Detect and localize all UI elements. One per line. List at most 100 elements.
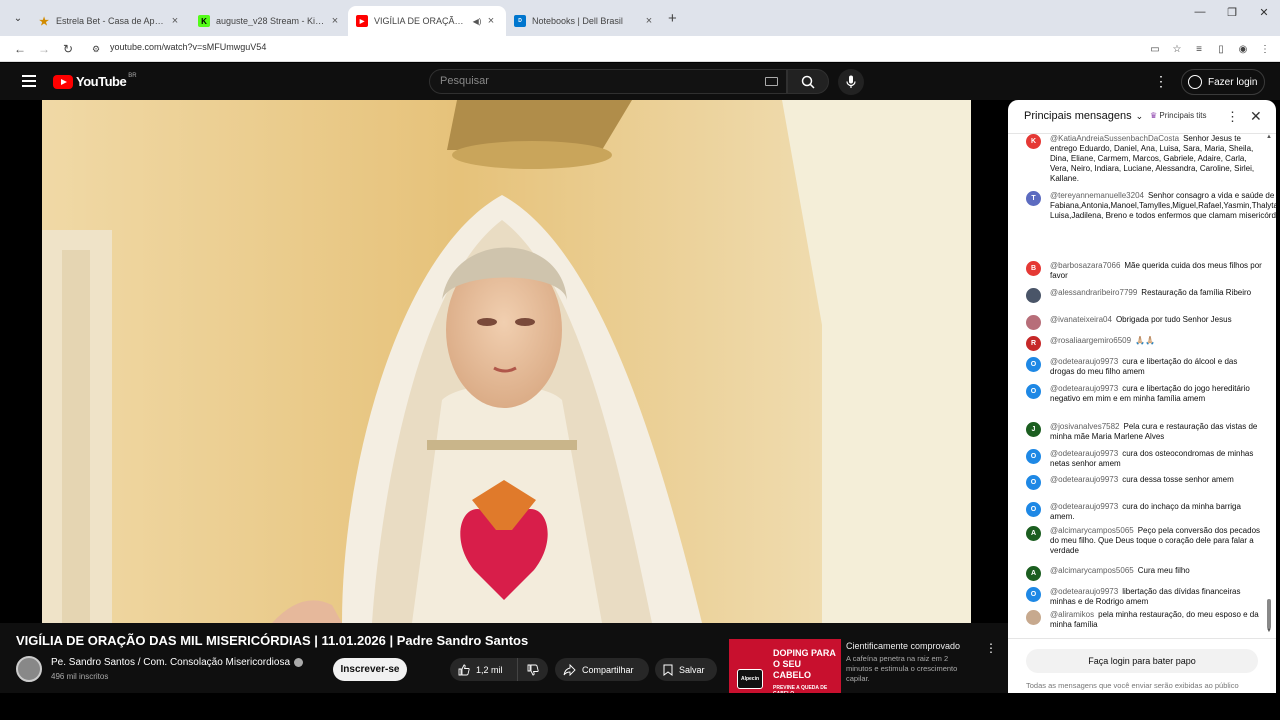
cast-icon[interactable]: ▭ [1146,40,1164,58]
chat-avatar[interactable] [1026,315,1041,330]
chat-author[interactable]: @alcimarycampos5065 [1050,566,1134,575]
browser-tab[interactable]: D Notebooks | Dell Brasil × [506,6,664,36]
reload-icon[interactable]: ↻ [59,40,77,58]
chat-avatar[interactable] [1026,288,1041,303]
chat-more-icon[interactable]: ⋮ [1226,109,1239,125]
chat-message[interactable]: A @alcimarycampos5065 Peço pela conversão … [1026,526,1264,556]
close-tab-icon[interactable]: × [328,15,342,27]
chat-message[interactable]: O @odetearaujo9973 libertação das dívidas … [1026,587,1264,607]
close-tab-icon[interactable]: × [168,15,182,27]
tab-search-chevron-icon[interactable]: ⌄ [8,9,28,27]
chat-author[interactable]: @ivanateixeira04 [1050,315,1112,324]
chat-tag[interactable]: ♛ Principais tits [1150,111,1207,120]
site-info-icon[interactable]: ⚙ [87,40,105,58]
chat-author[interactable]: @odetearaujo9973 [1050,587,1118,596]
chat-author[interactable]: @odetearaujo9973 [1050,502,1118,511]
save-button[interactable]: Salvar [655,658,717,681]
voice-search-button[interactable] [838,69,864,95]
chat-avatar[interactable]: T [1026,191,1041,206]
chat-avatar[interactable]: O [1026,587,1041,602]
chat-scrollbar[interactable]: ▲ ▼ [1266,134,1272,638]
keyboard-icon[interactable] [765,77,778,86]
chat-author[interactable]: @tereyannemanuelle3204 [1050,191,1144,200]
ad-more-icon[interactable]: ⋮ [985,641,997,655]
chat-avatar[interactable]: A [1026,566,1041,581]
chat-author[interactable]: @alcimarycampos5065 [1050,526,1134,535]
bookmark-star-icon[interactable]: ☆ [1168,40,1186,58]
ad-image[interactable]: DOPING PARA O SEU CABELO PREVINE A QUEDA… [729,639,841,697]
forward-icon[interactable]: → [35,40,53,58]
chat-message[interactable]: @alessandraribeiro7799 Restauração da fam… [1026,288,1264,303]
channel-avatar[interactable] [16,656,42,682]
reading-list-icon[interactable]: ≡ [1190,40,1208,58]
chat-message[interactable]: R @rosaliaargemiro6509 🙏🏼🙏🏼 [1026,336,1264,351]
subscribe-button[interactable]: Inscrever-se [333,658,407,681]
chat-avatar[interactable]: O [1026,475,1041,490]
share-button[interactable]: Compartilhar [555,658,649,681]
browser-tab[interactable]: ★ Estrela Bet - Casa de Aposta Es × [30,6,190,36]
back-icon[interactable]: ← [11,40,29,58]
restore-icon[interactable]: ❐ [1216,6,1248,19]
chat-message[interactable]: @ivanateixeira04 Obrigada por tudo Senhor… [1026,315,1264,330]
youtube-logo[interactable]: YouTube BR [53,73,137,89]
search-input[interactable] [440,75,740,87]
chat-author[interactable]: @odetearaujo9973 [1050,357,1118,366]
search-button[interactable] [787,69,829,94]
chat-author[interactable]: @barbosazara7066 [1050,261,1120,270]
browser-tab[interactable]: K auguste_v28 Stream - Kick Dash × [190,6,350,36]
speaker-icon[interactable]: ◀) [470,17,484,26]
close-tab-icon[interactable]: × [484,15,498,27]
chat-login-button[interactable]: Faça login para bater papo [1026,649,1258,673]
ad-card[interactable]: DOPING PARA O SEU CABELO PREVINE A QUEDA… [729,639,997,697]
login-button[interactable]: Fazer login [1181,69,1265,95]
chat-author[interactable]: @rosaliaargemiro6509 [1050,336,1131,345]
chrome-menu-icon[interactable]: ⋮ [1256,40,1274,58]
chat-mode-dropdown[interactable]: Principais mensagens ⌄ [1024,110,1143,122]
chat-avatar[interactable]: O [1026,502,1041,517]
chat-author[interactable]: @KatiaAndreiaSussenbachDaCosta [1050,134,1179,143]
chat-author[interactable]: @odetearaujo9973 [1050,475,1118,484]
chat-author[interactable]: @odetearaujo9973 [1050,384,1118,393]
chat-message[interactable]: O @odetearaujo9973 cura dessa tosse senhor… [1026,475,1264,490]
menu-icon[interactable] [22,75,36,87]
chat-avatar[interactable] [1026,610,1041,625]
chat-message[interactable]: O @odetearaujo9973 cura e libertação do jo… [1026,384,1264,404]
scroll-down-icon[interactable]: ▼ [1266,628,1272,634]
minimize-icon[interactable]: — [1184,6,1216,19]
chat-message[interactable]: O @odetearaujo9973 cura dos osteocondromas… [1026,449,1264,469]
chat-message[interactable]: T @tereyannemanuelle3204 Senhor consagro a… [1026,191,1276,221]
chat-message[interactable]: B @barbosazara7066 Mãe querida cuida dos m… [1026,261,1264,281]
browser-tab-active[interactable]: ▶ VIGÍLIA DE ORAÇÃO DAS MIL ◀) × [348,6,506,36]
like-button[interactable]: 1,2 mil [450,658,518,681]
chat-avatar[interactable]: O [1026,384,1041,399]
more-options-icon[interactable]: ⋮ [1153,73,1169,90]
chat-avatar[interactable]: K [1026,134,1041,149]
chat-author[interactable]: @alessandraribeiro7799 [1050,288,1137,297]
new-tab-icon[interactable]: + [668,10,677,27]
scroll-thumb[interactable] [1267,599,1271,629]
chat-author[interactable]: @odetearaujo9973 [1050,449,1118,458]
chat-message[interactable]: O @odetearaujo9973 cura do inchaço da minh… [1026,502,1264,522]
chat-avatar[interactable]: R [1026,336,1041,351]
scroll-up-icon[interactable]: ▲ [1266,134,1272,140]
chat-message[interactable]: O @odetearaujo9973 cura e libertação do ál… [1026,357,1264,377]
sidepanel-icon[interactable]: ▯ [1212,40,1230,58]
ad-title[interactable]: Cientificamente comprovado [846,641,960,651]
chat-author[interactable]: @josivanalves7582 [1050,422,1120,431]
channel-name[interactable]: Pe. Sandro Santos / Com. Consolação Mise… [51,657,290,668]
chat-avatar[interactable]: O [1026,357,1041,372]
channel-name-row[interactable]: Pe. Sandro Santos / Com. Consolação Mise… [51,657,304,668]
chat-message[interactable]: J @josivanalves7582 Pela cura e restauraçã… [1026,422,1264,442]
chat-author[interactable]: @aliramikos [1050,610,1094,619]
close-tab-icon[interactable]: × [642,15,656,27]
dislike-button[interactable] [518,658,548,681]
chat-avatar[interactable]: A [1026,526,1041,541]
chat-message[interactable]: A @alcimarycampos5065 Cura meu filho [1026,566,1264,581]
chat-avatar[interactable]: O [1026,449,1041,464]
chat-message[interactable]: K @KatiaAndreiaSussenbachDaCosta Senhor Je… [1026,134,1264,184]
chat-message[interactable]: @aliramikos pela minha restauração, do me… [1026,610,1264,630]
chat-avatar[interactable]: B [1026,261,1041,276]
video-player[interactable] [42,100,971,623]
close-icon[interactable]: ✕ [1250,108,1262,125]
profile-icon[interactable]: ◉ [1234,40,1252,58]
